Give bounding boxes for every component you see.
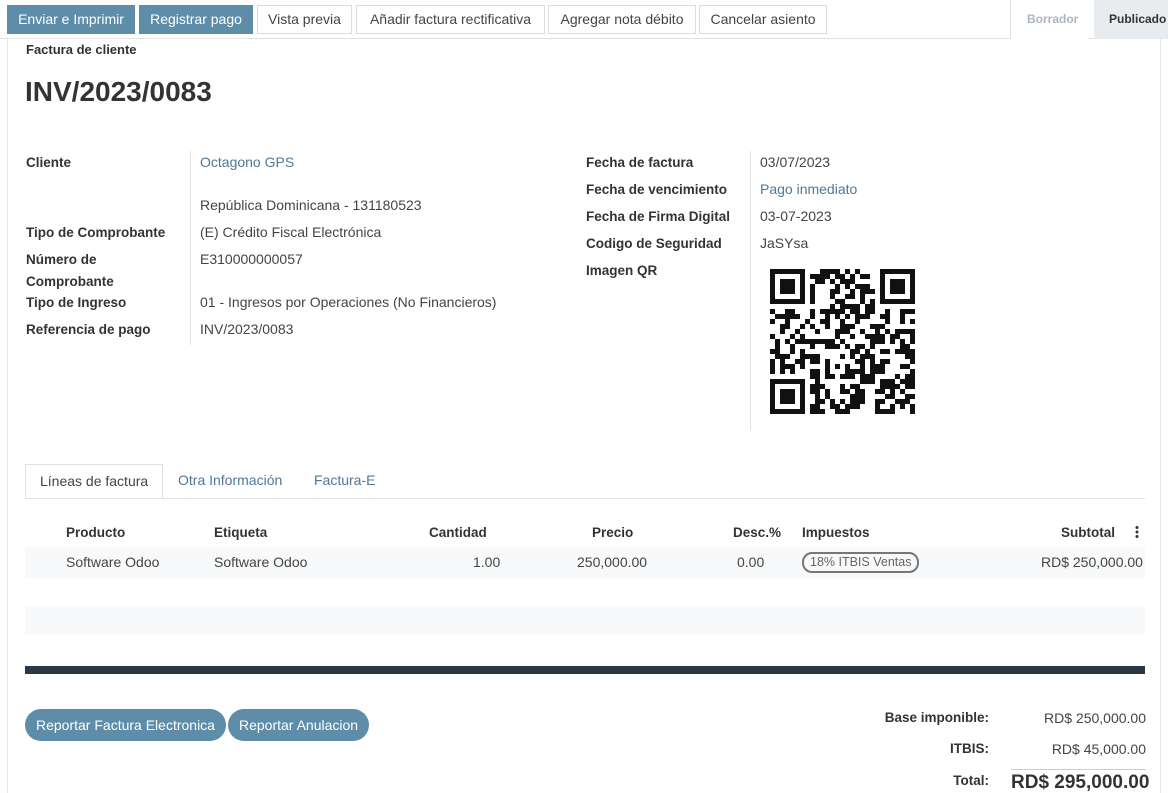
voucher-number-value[interactable]: E310000000057 xyxy=(200,251,303,267)
status-arrow xyxy=(1080,0,1094,39)
control-panel: Enviar e Imprimir Registrar pago Vista p… xyxy=(0,0,1168,39)
right-group-divider xyxy=(750,151,751,430)
col-discount[interactable]: Desc.% xyxy=(733,525,781,540)
cancel-entry-button[interactable]: Cancelar asiento xyxy=(699,5,827,34)
document-type: Factura de cliente xyxy=(26,42,137,57)
totals-separator xyxy=(1011,769,1146,770)
security-code-label: Codigo de Seguridad xyxy=(586,236,722,251)
row-quantity[interactable]: 1.00 xyxy=(473,554,500,570)
col-taxes[interactable]: Impuestos xyxy=(802,525,870,540)
tab-einvoice[interactable]: Factura-E xyxy=(300,464,389,499)
voucher-number-label: Número de xyxy=(26,252,97,267)
col-product[interactable]: Producto xyxy=(66,525,125,540)
status-bar: Publicado Borrador xyxy=(1010,0,1168,39)
customer-address: República Dominicana - 131180523 xyxy=(200,197,422,213)
row-subtotal: RD$ 250,000.00 xyxy=(1041,554,1143,570)
add-debit-note-button[interactable]: Agregar nota débito xyxy=(548,5,696,34)
customer-link[interactable]: Octagono GPS xyxy=(200,154,294,170)
payment-ref-value[interactable]: INV/2023/0083 xyxy=(200,321,293,337)
itbis-label: ITBIS: xyxy=(950,741,989,756)
income-type-label: Tipo de Ingreso xyxy=(26,295,127,310)
tax-tag[interactable]: 18% ITBIS Ventas xyxy=(802,552,920,573)
base-amount-value: RD$ 250,000.00 xyxy=(1044,710,1146,726)
row-product[interactable]: Software Odoo xyxy=(66,554,159,570)
column-options-icon[interactable] xyxy=(1134,525,1140,539)
preview-button[interactable]: Vista previa xyxy=(257,5,352,34)
row-label[interactable]: Software Odoo xyxy=(214,554,307,570)
voucher-type-label: Tipo de Comprobante xyxy=(26,225,166,240)
income-type-value[interactable]: 01 - Ingresos por Operaciones (No Financ… xyxy=(200,294,496,310)
lines-footer-bar xyxy=(25,666,1145,674)
empty-row xyxy=(25,607,1145,635)
qr-code-image xyxy=(770,269,915,414)
row-price[interactable]: 250,000.00 xyxy=(577,554,647,570)
left-group-divider xyxy=(190,151,191,345)
total-label: Total: xyxy=(953,773,989,788)
report-cancellation-button[interactable]: Reportar Anulacion xyxy=(228,709,370,741)
report-einvoice-button[interactable]: Reportar Factura Electronica xyxy=(25,709,226,741)
due-date-label: Fecha de vencimiento xyxy=(586,182,728,197)
document-name: INV/2023/0083 xyxy=(25,76,212,107)
security-code-value[interactable]: JaSYsa xyxy=(760,235,808,251)
sign-date-label: Fecha de Firma Digital xyxy=(586,209,731,224)
send-print-button[interactable]: Enviar e Imprimir xyxy=(7,5,135,34)
row-discount[interactable]: 0.00 xyxy=(737,554,764,570)
form-sheet: Factura de cliente INV/2023/0083 Cliente… xyxy=(7,39,1161,793)
total-value: RD$ 295,000.00 xyxy=(1011,772,1150,793)
sign-date-value[interactable]: 03-07-2023 xyxy=(760,208,832,224)
col-subtotal[interactable]: Subtotal xyxy=(1061,525,1115,540)
customer-label: Cliente xyxy=(26,155,72,170)
col-quantity[interactable]: Cantidad xyxy=(429,525,487,540)
register-payment-button[interactable]: Registrar pago xyxy=(139,5,253,34)
tab-invoice-lines[interactable]: Líneas de factura xyxy=(25,464,163,499)
voucher-number-label-2: Comprobante xyxy=(26,274,114,289)
add-credit-note-button[interactable]: Añadir factura rectificativa xyxy=(356,5,545,34)
invoice-date-label: Fecha de factura xyxy=(586,155,694,170)
qr-label: Imagen QR xyxy=(586,263,658,278)
itbis-value: RD$ 45,000.00 xyxy=(1051,741,1146,757)
due-date-value[interactable]: Pago inmediato xyxy=(760,181,857,197)
status-draft[interactable]: Borrador xyxy=(1010,0,1088,39)
tab-other-info[interactable]: Otra Información xyxy=(164,464,296,499)
status-posted[interactable]: Publicado xyxy=(1094,0,1168,39)
col-price[interactable]: Precio xyxy=(592,525,633,540)
base-amount-label: Base imponible: xyxy=(884,710,989,725)
tabs-border xyxy=(25,498,1145,499)
payment-ref-label: Referencia de pago xyxy=(26,322,151,337)
invoice-date-value[interactable]: 03/07/2023 xyxy=(760,154,830,170)
col-label[interactable]: Etiqueta xyxy=(214,525,267,540)
voucher-type-value[interactable]: (E) Crédito Fiscal Electrónica xyxy=(200,224,381,240)
